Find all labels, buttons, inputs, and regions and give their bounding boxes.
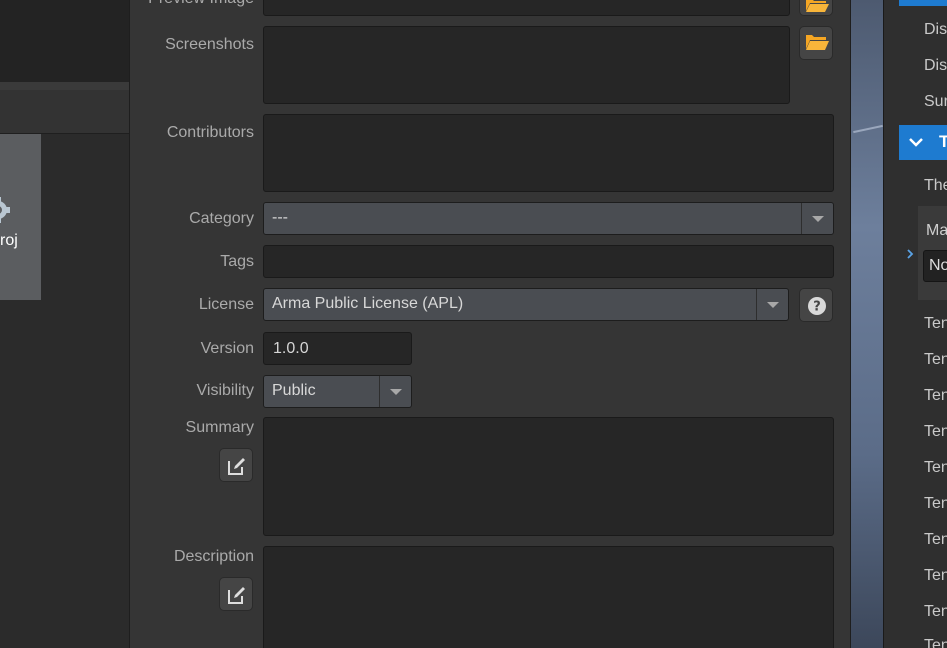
visibility-label: Visibility bbox=[196, 382, 255, 399]
panel-item[interactable]: Ten bbox=[924, 459, 947, 477]
panel-item[interactable]: Ten bbox=[924, 387, 947, 405]
panel-item[interactable]: Dis bbox=[924, 57, 947, 75]
panel-item[interactable]: Ten bbox=[924, 423, 947, 441]
description-label: Description bbox=[173, 548, 254, 565]
contributors-label: Contributors bbox=[166, 124, 254, 141]
category-label: Category bbox=[189, 210, 254, 227]
category-value: --- bbox=[272, 209, 288, 226]
project-tile-label: roj bbox=[0, 232, 18, 249]
contributors-field[interactable] bbox=[263, 114, 834, 192]
description-edit-button[interactable] bbox=[219, 577, 253, 611]
panel-item[interactable]: Ten bbox=[924, 603, 947, 621]
panel-item[interactable]: Ten bbox=[924, 495, 947, 513]
visibility-value: Public bbox=[272, 382, 316, 399]
panel-item[interactable]: Ten bbox=[924, 351, 947, 369]
version-input[interactable]: 1.0.0 bbox=[263, 332, 412, 365]
panel-group-input[interactable]: No bbox=[923, 250, 947, 282]
tags-label: Tags bbox=[220, 253, 254, 270]
panel-group-label: Ma bbox=[926, 222, 947, 239]
panel-item[interactable]: Sur bbox=[924, 93, 947, 111]
panel-section-header[interactable]: T bbox=[899, 125, 947, 160]
left-separator bbox=[0, 82, 129, 90]
summary-label: Summary bbox=[185, 419, 254, 436]
edit-icon bbox=[228, 587, 245, 604]
license-label: License bbox=[198, 296, 254, 313]
chevron-down-icon bbox=[756, 289, 788, 320]
screenshots-browse-button[interactable] bbox=[799, 26, 833, 60]
screenshots-label: Screenshots bbox=[165, 36, 254, 53]
screenshots-field[interactable] bbox=[263, 26, 790, 104]
folder-open-icon bbox=[806, 35, 829, 50]
left-toolbar bbox=[0, 0, 129, 82]
panel-item[interactable]: Ten bbox=[924, 637, 947, 648]
background-viewport bbox=[851, 0, 883, 648]
description-field[interactable] bbox=[263, 546, 834, 648]
panel-item[interactable]: Ten bbox=[924, 567, 947, 585]
version-label: Version bbox=[200, 340, 254, 357]
panel-item[interactable]: The bbox=[924, 177, 947, 195]
panel-top-accent bbox=[899, 0, 947, 6]
license-value: Arma Public License (APL) bbox=[272, 295, 464, 312]
summary-field[interactable] bbox=[263, 417, 834, 536]
panel-item[interactable]: Ten bbox=[924, 315, 947, 333]
panel-group: Ma No bbox=[918, 206, 947, 300]
panel-item[interactable]: Ten bbox=[924, 531, 947, 549]
category-select[interactable]: --- bbox=[263, 202, 834, 235]
properties-panel: Dis Dis Sur T The Ma No Ten Ten Ten Ten … bbox=[883, 0, 947, 648]
visibility-select[interactable]: Public bbox=[263, 375, 412, 408]
tags-field[interactable] bbox=[263, 245, 834, 278]
svg-text:?: ? bbox=[813, 300, 821, 315]
chevron-right-icon[interactable] bbox=[906, 248, 914, 260]
left-header bbox=[0, 90, 129, 134]
gear-icon bbox=[0, 197, 10, 223]
edit-icon bbox=[228, 458, 245, 475]
publish-dialog: Preview Image Screenshots Contributors C… bbox=[129, 0, 851, 648]
preview-image-field[interactable] bbox=[263, 0, 790, 16]
folder-open-icon bbox=[806, 0, 829, 12]
chevron-down-icon bbox=[379, 376, 411, 407]
preview-image-browse-button[interactable] bbox=[799, 0, 833, 16]
panel-section-title: T bbox=[939, 132, 947, 151]
preview-image-label: Preview Image bbox=[130, 0, 254, 8]
panel-item[interactable]: Dis bbox=[924, 21, 947, 39]
summary-edit-button[interactable] bbox=[219, 448, 253, 482]
license-select[interactable]: Arma Public License (APL) bbox=[263, 288, 789, 321]
project-tile[interactable]: roj bbox=[0, 134, 41, 300]
chevron-down-icon bbox=[909, 138, 923, 147]
chevron-down-icon bbox=[801, 203, 833, 234]
license-help-button[interactable]: ? bbox=[799, 288, 833, 322]
help-icon: ? bbox=[808, 297, 826, 315]
